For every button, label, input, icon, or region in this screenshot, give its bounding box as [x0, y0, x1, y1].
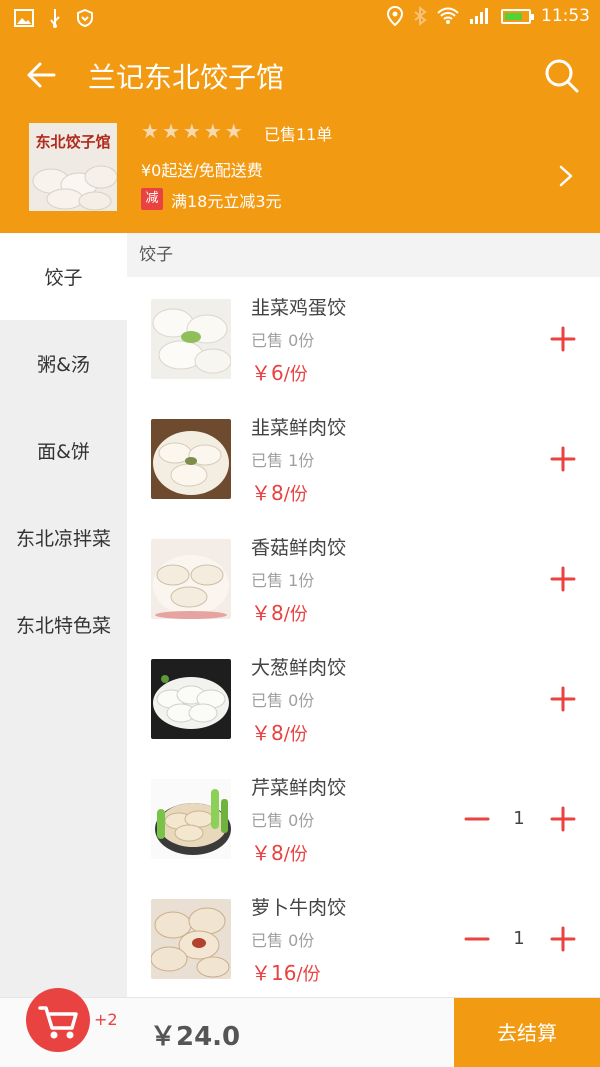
food-price: ￥8/份: [251, 597, 308, 626]
add-icon[interactable]: [549, 805, 577, 833]
star-icon: ★: [203, 119, 222, 143]
price-value: 6: [271, 361, 284, 385]
location-icon: [387, 6, 403, 26]
star-icon: ★: [161, 119, 180, 143]
wifi-icon: [437, 7, 459, 24]
food-image: [151, 299, 231, 379]
delivery-info: ¥0起送/免配送费: [141, 161, 263, 180]
food-price: ￥6/份: [251, 357, 308, 386]
category-item-cold-dishes[interactable]: 东北凉拌菜: [0, 494, 127, 581]
food-item[interactable]: 大葱鲜肉饺 已售 0份 ￥8/份: [127, 637, 600, 757]
add-icon[interactable]: [549, 445, 577, 473]
food-price: ￥16/份: [251, 957, 321, 986]
shop-sold-count: 已售11单: [264, 125, 333, 144]
search-icon[interactable]: [544, 58, 580, 94]
price-value: 8: [271, 721, 284, 745]
logo-text: 东北饺子馆: [35, 133, 111, 151]
promo-text: 满18元立减3元: [171, 192, 282, 211]
star-icon: ★: [224, 119, 243, 143]
shop-title: 兰记东北饺子馆: [88, 61, 285, 94]
battery-icon: [501, 8, 534, 24]
food-sold: 已售 1份: [251, 571, 315, 590]
add-icon[interactable]: [549, 685, 577, 713]
food-name: 韭菜鸡蛋饺: [251, 297, 347, 319]
price-unit: /份: [283, 844, 308, 865]
remove-icon[interactable]: [463, 805, 491, 833]
food-sold: 已售 0份: [251, 331, 315, 350]
food-item[interactable]: 香菇鲜肉饺 已售 1份 ￥8/份: [127, 517, 600, 637]
food-name: 大葱鲜肉饺: [251, 657, 347, 679]
category-item-noodles-pancakes[interactable]: 面&饼: [0, 407, 127, 494]
usb-icon: [50, 9, 60, 28]
food-price: ￥8/份: [251, 837, 308, 866]
price-unit: /份: [283, 364, 308, 385]
currency-symbol: ￥: [251, 721, 271, 745]
price-value: 8: [271, 601, 284, 625]
food-price: ￥8/份: [251, 717, 308, 746]
food-item[interactable]: 萝卜牛肉饺 已售 0份 ￥16/份 1: [127, 877, 600, 997]
food-sold: 已售 0份: [251, 931, 315, 950]
image-notification-icon: [14, 9, 34, 27]
food-image: [151, 899, 231, 979]
add-icon[interactable]: [549, 325, 577, 353]
cart-icon: [38, 1006, 78, 1039]
food-item[interactable]: 韭菜鲜肉饺 已售 1份 ￥8/份: [127, 397, 600, 517]
currency-symbol: ￥: [251, 601, 271, 625]
quantity-value: 1: [513, 808, 525, 829]
food-item[interactable]: 芹菜鲜肉饺 已售 0份 ￥8/份 1: [127, 757, 600, 877]
currency-symbol: ￥: [251, 481, 271, 505]
checkout-button[interactable]: 去结算: [454, 998, 600, 1067]
food-image: [151, 419, 231, 499]
food-sold: 已售 0份: [251, 811, 315, 830]
price-unit: /份: [283, 724, 308, 745]
category-item-porridge-soup[interactable]: 粥&汤: [0, 320, 127, 407]
food-price: ￥8/份: [251, 477, 308, 506]
price-value: 8: [271, 841, 284, 865]
bluetooth-icon: [414, 6, 427, 26]
currency-symbol: ￥: [251, 361, 271, 385]
signal-icon: [470, 8, 488, 24]
food-list: 饺子 韭菜鸡蛋饺 已售 0份 ￥6/份 韭菜鲜肉饺 已售 1份 ￥8/份 香菇鲜…: [127, 233, 600, 997]
currency-symbol: ￥: [251, 961, 271, 985]
food-image: [151, 659, 231, 739]
quantity-value: 1: [513, 928, 525, 949]
cart-total: ￥24.0: [150, 1022, 241, 1052]
add-icon[interactable]: [549, 925, 577, 953]
food-name: 韭菜鲜肉饺: [251, 417, 347, 439]
back-arrow-icon[interactable]: [24, 58, 58, 92]
add-icon[interactable]: [549, 565, 577, 593]
food-image: [151, 539, 231, 619]
food-image: [151, 779, 231, 859]
shop-header: 兰记东北饺子馆 东北饺子馆 ★ ★ ★ ★ ★ 已售11单 ¥0起送/免配送费 …: [0, 36, 600, 233]
cart-bar: +2 ￥24.0 去结算: [0, 988, 600, 1067]
chevron-right-icon[interactable]: [558, 164, 574, 188]
section-title: 饺子: [127, 233, 600, 277]
food-item[interactable]: 韭菜鸡蛋饺 已售 0份 ￥6/份: [127, 277, 600, 397]
status-bar: 11:53: [0, 0, 600, 36]
star-icon: ★: [141, 119, 159, 143]
cart-button[interactable]: [26, 988, 90, 1052]
promo-badge: 减: [141, 188, 163, 210]
price-unit: /份: [296, 964, 321, 985]
price-value: 8: [271, 481, 284, 505]
cart-count: +2: [94, 1010, 118, 1029]
status-time: 11:53: [541, 6, 590, 26]
category-sidebar: 饺子 粥&汤 面&饼 东北凉拌菜 东北特色菜: [0, 233, 127, 997]
food-name: 萝卜牛肉饺: [251, 897, 347, 919]
rating-stars: ★ ★ ★ ★ ★: [141, 120, 243, 142]
remove-icon[interactable]: [463, 925, 491, 953]
category-item-specialties[interactable]: 东北特色菜: [0, 581, 127, 668]
shop-logo[interactable]: 东北饺子馆: [29, 123, 117, 211]
food-name: 芹菜鲜肉饺: [251, 777, 347, 799]
price-value: 16: [271, 961, 297, 985]
food-sold: 已售 0份: [251, 691, 315, 710]
category-item-dumplings[interactable]: 饺子: [0, 233, 127, 320]
price-unit: /份: [283, 604, 308, 625]
currency-symbol: ￥: [251, 841, 271, 865]
food-sold: 已售 1份: [251, 451, 315, 470]
price-unit: /份: [283, 484, 308, 505]
star-icon: ★: [182, 119, 201, 143]
shield-icon: [77, 9, 93, 27]
food-name: 香菇鲜肉饺: [251, 537, 347, 559]
